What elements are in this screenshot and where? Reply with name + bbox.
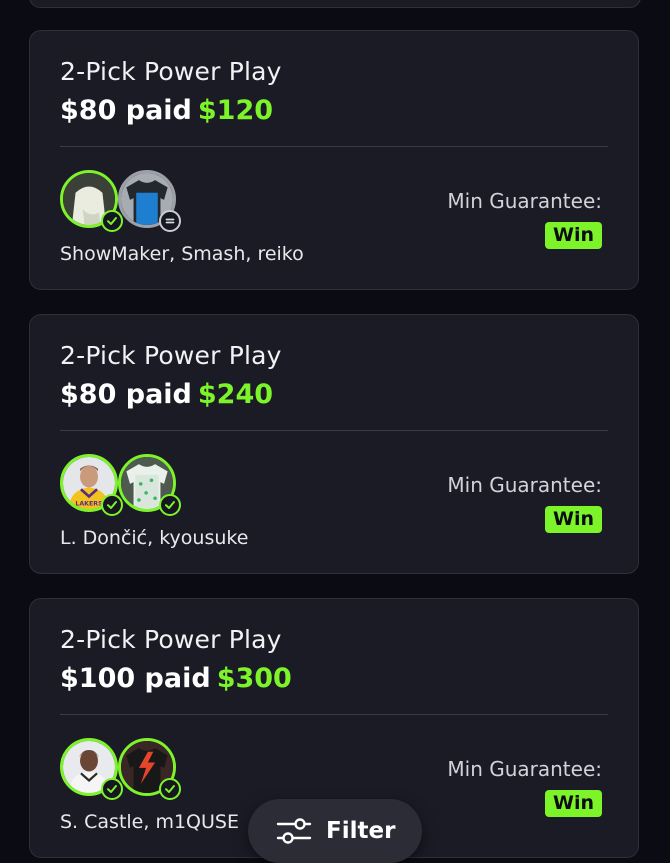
min-guarantee-label: Min Guarantee: bbox=[447, 473, 602, 497]
entry-card[interactable]: 2-Pick Power Play $80 paid $240 LAKERS L… bbox=[29, 314, 639, 574]
payout-amount: $240 bbox=[197, 379, 274, 410]
divider bbox=[60, 430, 608, 431]
pick-avatars bbox=[60, 738, 190, 802]
card-amounts: $100 paid $300 bbox=[60, 663, 292, 694]
card-title: 2-Pick Power Play bbox=[60, 625, 282, 654]
stake-amount: $80 paid bbox=[60, 95, 192, 126]
check-icon bbox=[101, 494, 123, 516]
filter-button[interactable]: Filter bbox=[248, 799, 422, 863]
player-names: ShowMaker, Smash, reiko bbox=[60, 243, 304, 265]
svg-text:LAKERS: LAKERS bbox=[75, 500, 103, 507]
payout-amount: $120 bbox=[197, 95, 274, 126]
check-icon bbox=[159, 494, 181, 516]
check-icon bbox=[101, 210, 123, 232]
stake-amount: $80 paid bbox=[60, 379, 192, 410]
pick-avatars: LAKERS bbox=[60, 454, 190, 518]
filter-label: Filter bbox=[326, 818, 396, 844]
stake-amount: $100 paid bbox=[60, 663, 211, 694]
previous-card-edge bbox=[29, 0, 641, 8]
result-badge: Win bbox=[545, 790, 602, 817]
sliders-icon bbox=[276, 818, 312, 844]
card-title: 2-Pick Power Play bbox=[60, 57, 282, 86]
check-icon bbox=[159, 778, 181, 800]
check-icon bbox=[101, 778, 123, 800]
divider bbox=[60, 146, 608, 147]
pick-avatars bbox=[60, 170, 190, 234]
card-amounts: $80 paid $240 bbox=[60, 379, 273, 410]
payout-amount: $300 bbox=[216, 663, 292, 694]
min-guarantee-label: Min Guarantee: bbox=[447, 189, 602, 213]
min-guarantee-label: Min Guarantee: bbox=[447, 757, 602, 781]
result-badge: Win bbox=[545, 222, 602, 249]
push-icon bbox=[159, 210, 181, 232]
card-amounts: $80 paid $120 bbox=[60, 95, 273, 126]
player-names: L. Dončić, kyousuke bbox=[60, 527, 249, 549]
card-title: 2-Pick Power Play bbox=[60, 341, 282, 370]
divider bbox=[60, 714, 608, 715]
entry-card[interactable]: 2-Pick Power Play $80 paid $120 ShowMaker… bbox=[29, 30, 639, 290]
player-names: S. Castle, m1QUSE bbox=[60, 811, 239, 833]
result-badge: Win bbox=[545, 506, 602, 533]
